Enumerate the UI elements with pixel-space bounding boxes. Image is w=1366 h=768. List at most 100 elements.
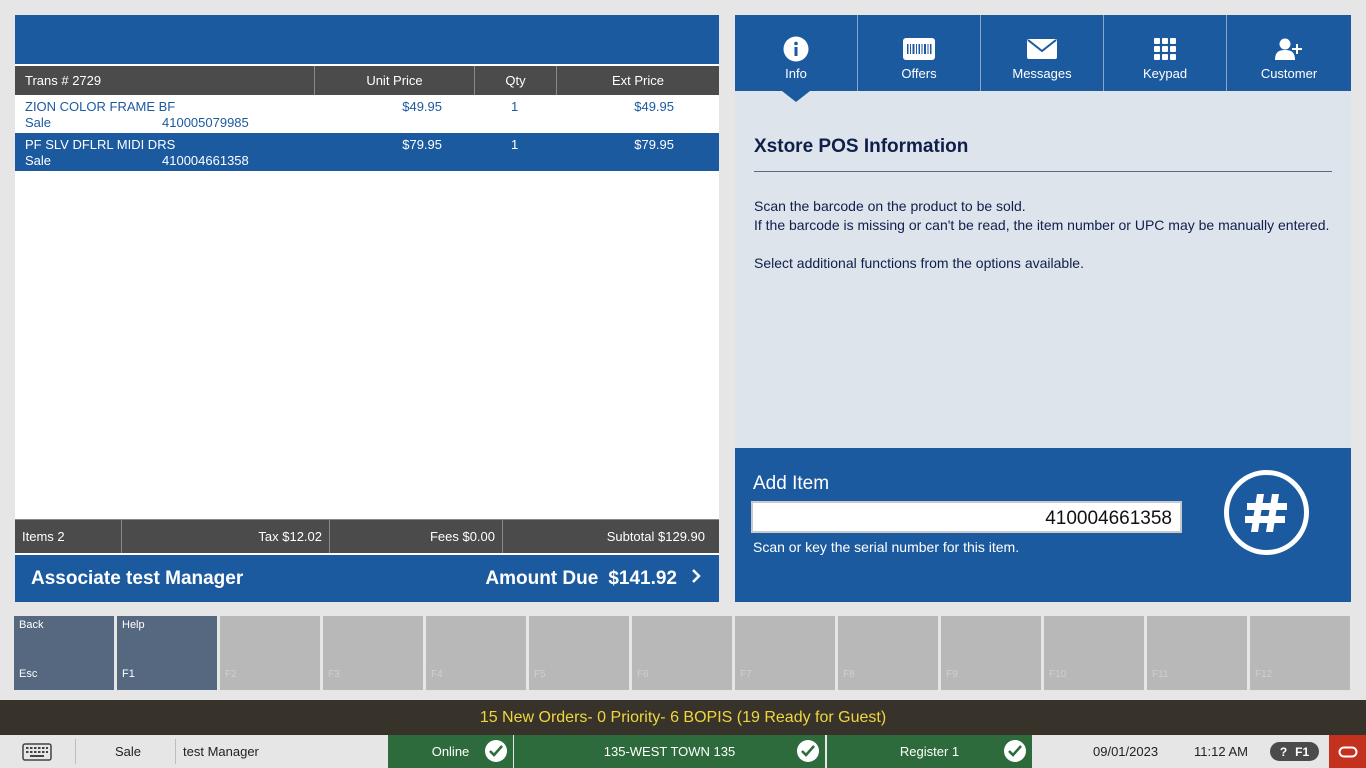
status-divider — [175, 739, 176, 764]
col-qty: Qty — [475, 66, 557, 95]
status-time: 11:12 AM — [1194, 744, 1248, 759]
register-label: Register 1 — [899, 744, 960, 759]
item-type: Sale — [25, 153, 52, 168]
item-table-header: Trans # 2729 Unit Price Qty Ext Price — [15, 64, 719, 95]
tab-info[interactable]: Info — [735, 15, 858, 91]
fkey-shortcut: F1 — [122, 668, 135, 680]
orders-banner[interactable]: 15 New Orders- 0 Priority- 6 BOPIS (19 R… — [0, 700, 1366, 735]
fkey-shortcut: F5 — [534, 669, 546, 680]
item-row-selected[interactable]: PF SLV DFLRL MIDI DRS Sale 410004661358 … — [15, 133, 719, 171]
barcode-icon — [903, 35, 935, 63]
amount-due[interactable]: Amount Due $141.92 — [485, 567, 701, 590]
fkey-shortcut: F8 — [843, 669, 855, 680]
f2-button[interactable]: F2 — [220, 616, 320, 690]
register-status: Register 1 — [827, 735, 1032, 768]
item-ext-price: $49.95 — [634, 99, 674, 114]
item-description: ZION COLOR FRAME BF — [25, 99, 176, 114]
tab-customer-label: Customer — [1260, 66, 1318, 81]
transaction-panel: Trans # 2729 Unit Price Qty Ext Price ZI… — [15, 15, 719, 602]
col-unit-price: Unit Price — [315, 66, 475, 95]
store-status: 135-WEST TOWN 135 — [514, 735, 825, 768]
item-type: Sale — [25, 115, 52, 130]
fkey-label: Back — [19, 619, 44, 631]
item-unit-price: $49.95 — [402, 99, 442, 114]
check-icon — [485, 740, 507, 762]
f3-button[interactable]: F3 — [323, 616, 423, 690]
envelope-icon — [1027, 35, 1057, 63]
info-line: If the barcode is missing or can't be re… — [754, 217, 1330, 233]
info-icon — [783, 35, 809, 63]
transaction-header-bar — [15, 15, 719, 64]
help-shortcut-button[interactable]: ? F1 — [1270, 742, 1319, 761]
f8-button[interactable]: F8 — [838, 616, 938, 690]
info-divider — [754, 171, 1332, 172]
help-button[interactable]: Help F1 — [117, 616, 217, 690]
info-line: Scan the barcode on the product to be so… — [754, 198, 1026, 214]
item-sku: 410004661358 — [162, 153, 249, 168]
chevron-right-icon — [691, 567, 701, 590]
fkey-shortcut: F9 — [946, 669, 958, 680]
fkey-shortcut: F10 — [1049, 669, 1067, 680]
function-key-bar: Back Esc Help F1 F2 F3 F4 F5 F6 F7 F8 F9 F… — [14, 616, 1352, 690]
amount-due-label: Amount Due — [485, 567, 599, 589]
items-count: Items 2 — [15, 520, 122, 553]
keyboard-icon[interactable] — [22, 735, 56, 768]
item-ext-price: $79.95 — [634, 137, 674, 152]
f6-button[interactable]: F6 — [632, 616, 732, 690]
item-description: PF SLV DFLRL MIDI DRS — [25, 137, 176, 152]
fkey-shortcut: F11 — [1152, 669, 1169, 680]
fkey-shortcut: F7 — [740, 669, 752, 680]
add-item-hint: Scan or key the serial number for this i… — [753, 539, 1020, 555]
totals-bar: Items 2 Tax $12.02 Fees $0.00 Subtotal $… — [15, 519, 719, 553]
f12-button[interactable]: F12 — [1250, 616, 1350, 690]
oracle-logo-icon[interactable] — [1329, 735, 1366, 768]
check-icon — [1004, 740, 1026, 762]
help-key: F1 — [1295, 744, 1310, 759]
fkey-label: Help — [122, 619, 145, 631]
keypad-hash-icon[interactable] — [1224, 470, 1309, 555]
item-qty: 1 — [511, 137, 519, 152]
amount-due-value: $141.92 — [608, 567, 677, 589]
info-title: Xstore POS Information — [754, 136, 969, 157]
f7-button[interactable]: F7 — [735, 616, 835, 690]
tab-messages[interactable]: Messages — [981, 15, 1104, 91]
online-status: Online — [388, 735, 513, 768]
store-label: 135-WEST TOWN 135 — [603, 744, 736, 759]
f10-button[interactable]: F10 — [1044, 616, 1144, 690]
info-tabs: Info Offers Messages Keypad Customer — [735, 15, 1351, 91]
online-label: Online — [431, 744, 470, 759]
item-sku: 410005079985 — [162, 115, 249, 130]
info-panel: Info Offers Messages Keypad Customer Xst… — [735, 15, 1351, 602]
f5-button[interactable]: F5 — [529, 616, 629, 690]
add-item-input[interactable] — [751, 501, 1182, 533]
fkey-shortcut: F12 — [1255, 669, 1273, 680]
item-qty: 1 — [511, 99, 519, 114]
fkey-shortcut: F3 — [328, 669, 340, 680]
tab-info-label: Info — [785, 66, 807, 81]
f11-button[interactable]: F11 — [1147, 616, 1247, 690]
fkey-shortcut: F2 — [225, 669, 237, 680]
keypad-icon — [1154, 35, 1176, 63]
status-divider — [75, 739, 76, 764]
subtotal: Subtotal $129.90 — [606, 529, 705, 544]
f9-button[interactable]: F9 — [941, 616, 1041, 690]
item-row[interactable]: ZION COLOR FRAME BF Sale 410005079985 $4… — [15, 95, 719, 133]
add-item-label: Add Item — [753, 473, 830, 494]
help-question-icon: ? — [1279, 744, 1288, 759]
tab-keypad[interactable]: Keypad — [1104, 15, 1227, 91]
tab-offers[interactable]: Offers — [858, 15, 981, 91]
amount-due-bar[interactable]: Associate test Manager Amount Due $141.9… — [15, 553, 719, 602]
back-button[interactable]: Back Esc — [14, 616, 114, 690]
tab-offers-label: Offers — [901, 66, 937, 81]
tab-messages-label: Messages — [1012, 66, 1072, 81]
tab-customer[interactable]: Customer — [1227, 15, 1351, 91]
status-mode: Sale — [115, 744, 142, 759]
tab-keypad-label: Keypad — [1142, 66, 1188, 81]
add-item-panel: Add Item Scan or key the serial number f… — [735, 448, 1351, 602]
col-ext-price: Ext Price — [611, 73, 664, 88]
f4-button[interactable]: F4 — [426, 616, 526, 690]
item-unit-price: $79.95 — [402, 137, 442, 152]
tax-total: Tax $12.02 — [122, 520, 330, 553]
trans-number: Trans # 2729 — [15, 66, 315, 95]
fkey-shortcut: F4 — [431, 669, 443, 680]
